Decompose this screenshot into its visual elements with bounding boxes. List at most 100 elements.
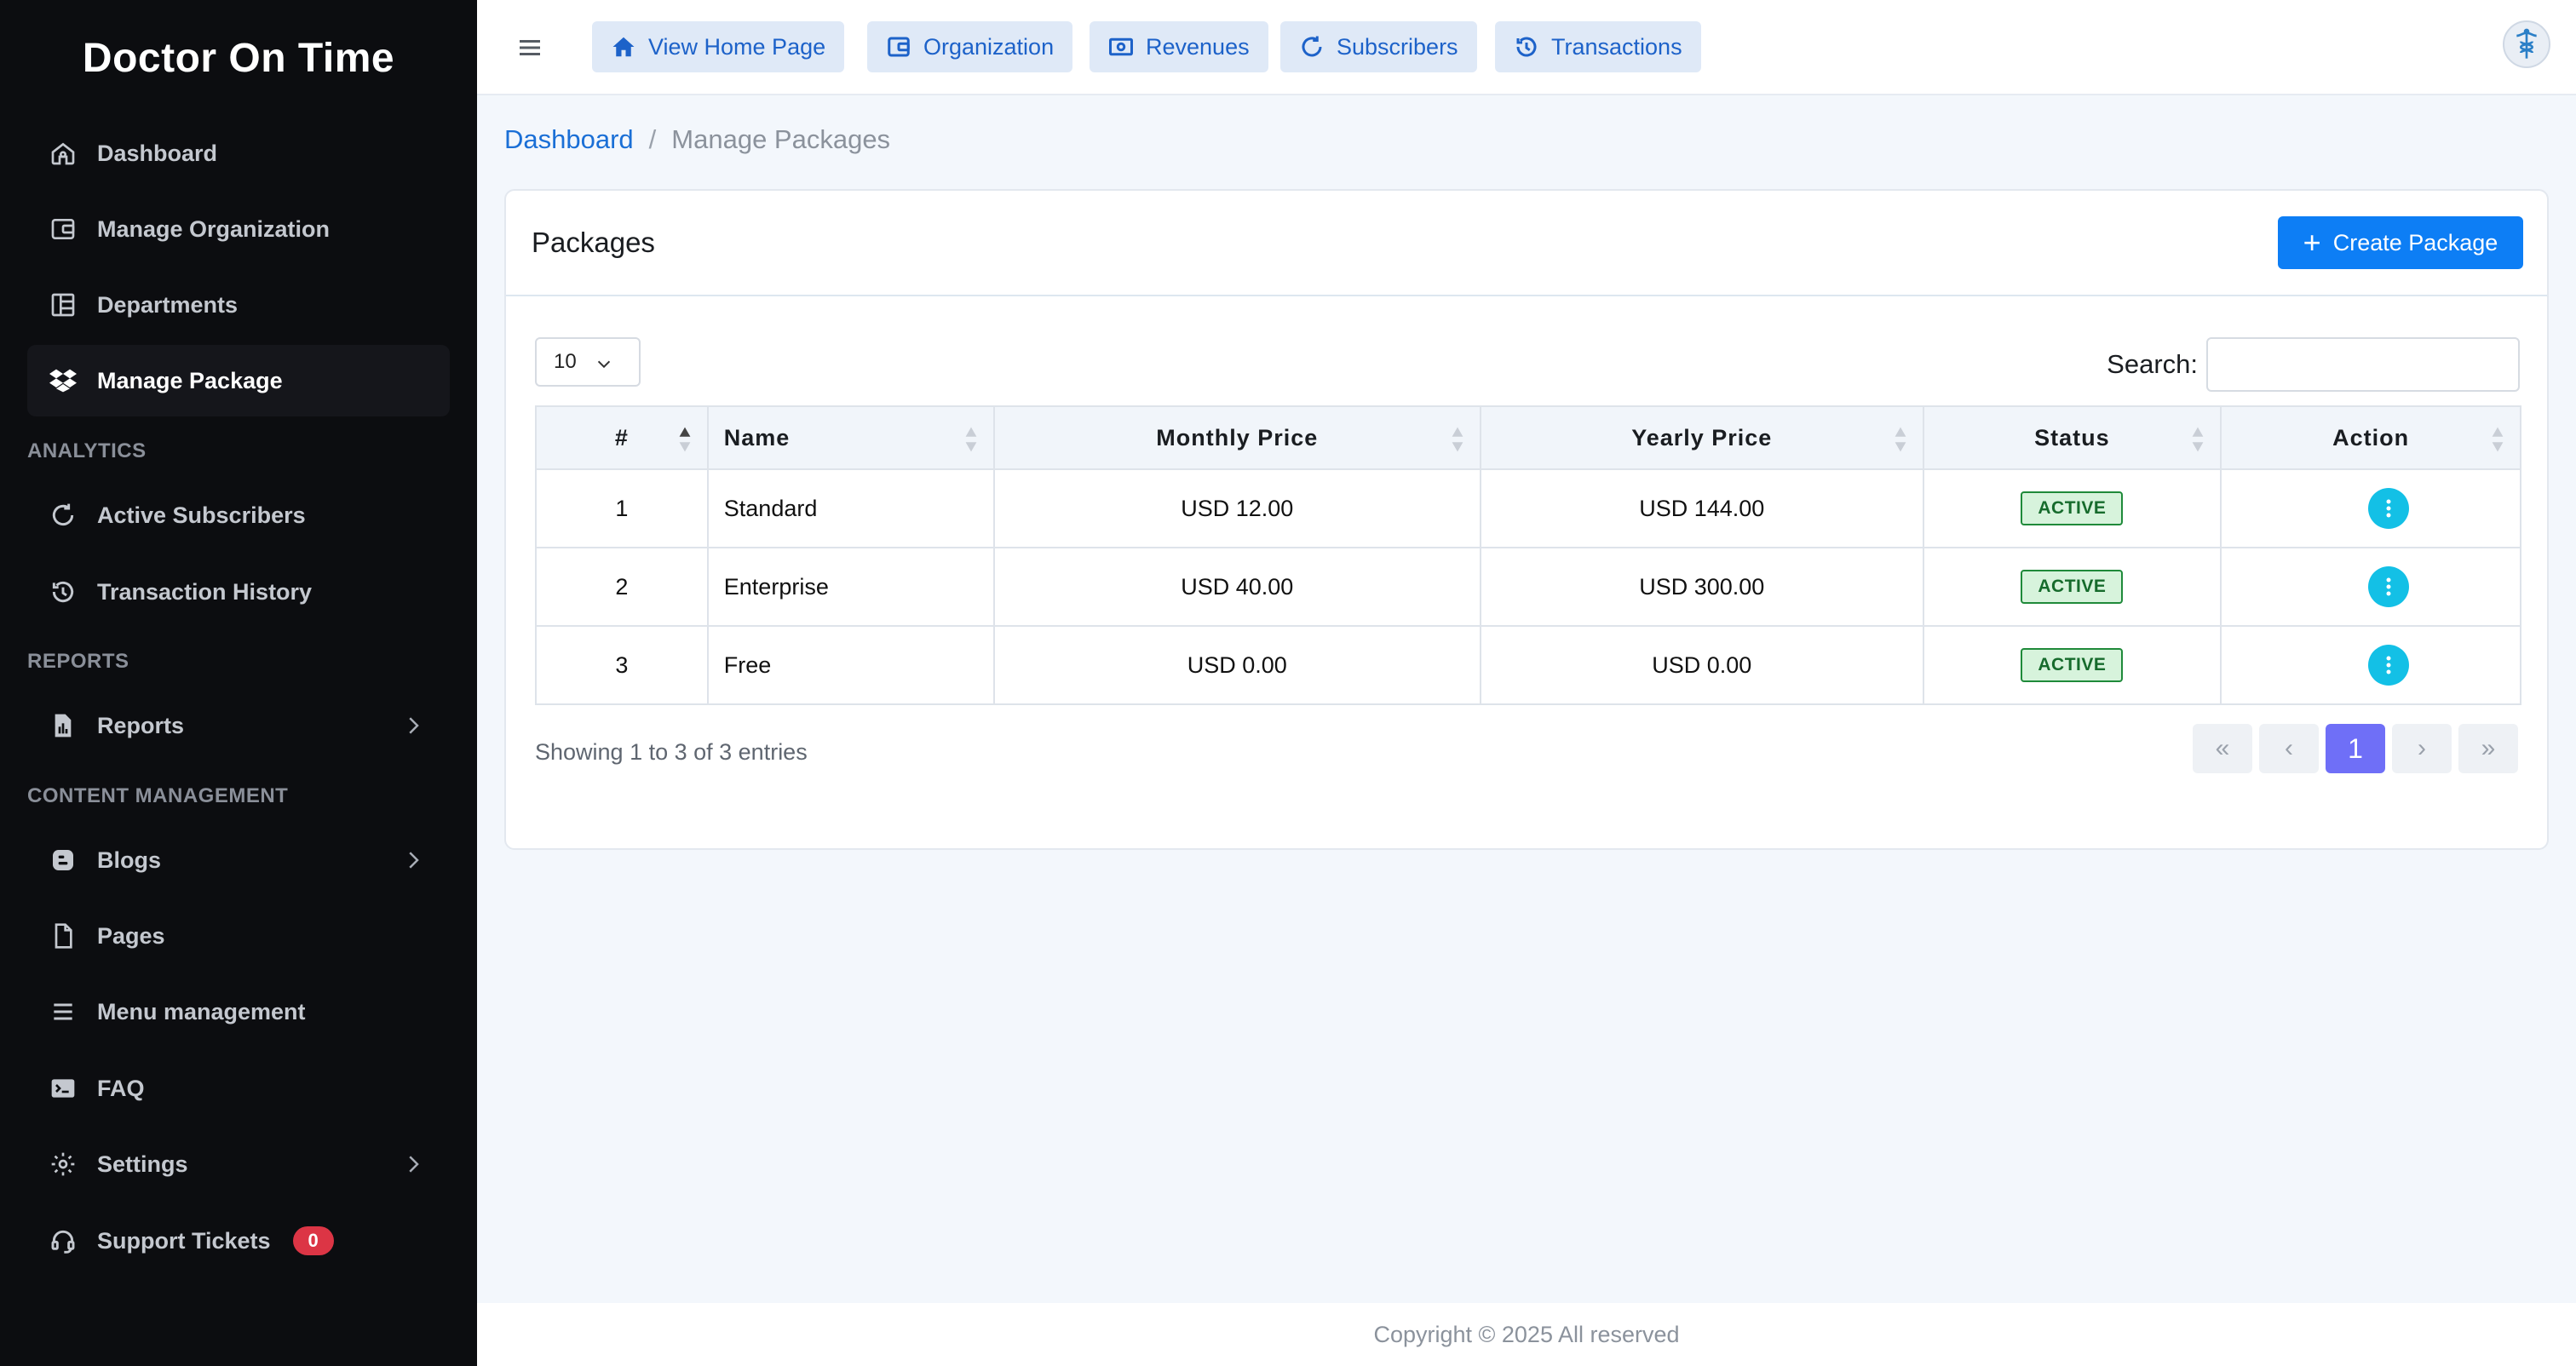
last-page-button[interactable]: » bbox=[2458, 724, 2518, 773]
cell-status: ACTIVE bbox=[1922, 625, 2222, 705]
chevron-right-icon bbox=[409, 852, 419, 869]
hamburger-menu-icon[interactable] bbox=[515, 32, 545, 63]
sidebar-item-active-subscribers[interactable]: Active Subscribers bbox=[27, 479, 450, 551]
column-header-label: Action bbox=[2332, 424, 2410, 451]
column-header-number[interactable]: # bbox=[535, 405, 709, 470]
sidebar-item-settings[interactable]: Settings bbox=[27, 1128, 450, 1200]
table-row: 3 Free USD 0.00 USD 0.00 ACTIVE bbox=[535, 625, 2521, 705]
sidebar-item-label: Transaction History bbox=[97, 578, 313, 605]
subscribers-button[interactable]: Subscribers bbox=[1280, 21, 1477, 72]
sort-icon bbox=[2492, 427, 2504, 452]
layout-icon bbox=[48, 290, 78, 320]
row-action-button[interactable] bbox=[2368, 488, 2410, 529]
sort-icon bbox=[2192, 427, 2204, 452]
organization-button[interactable]: Organization bbox=[867, 21, 1073, 72]
column-header-yearly-price[interactable]: Yearly Price bbox=[1480, 405, 1924, 470]
column-header-label: # bbox=[614, 424, 629, 451]
next-page-button[interactable]: › bbox=[2392, 724, 2452, 773]
sidebar-item-label: Manage Package bbox=[97, 367, 283, 393]
wallet-icon bbox=[48, 214, 78, 244]
sidebar-item-manage-organization[interactable]: Manage Organization bbox=[27, 193, 450, 265]
section-label-reports: REPORTS bbox=[27, 650, 129, 673]
kebab-menu-icon bbox=[2386, 499, 2391, 518]
create-package-button[interactable]: + Create Package bbox=[2278, 216, 2523, 269]
transactions-label: Transactions bbox=[1551, 33, 1682, 60]
column-header-monthly-price[interactable]: Monthly Price bbox=[992, 405, 1482, 470]
sidebar-item-faq[interactable]: FAQ bbox=[27, 1053, 450, 1124]
home-icon bbox=[612, 37, 635, 57]
breadcrumb-dashboard-link[interactable]: Dashboard bbox=[504, 124, 634, 155]
page-length-select[interactable]: 10 bbox=[535, 337, 641, 387]
cell-name: Free bbox=[706, 625, 995, 705]
sidebar-item-label: Pages bbox=[97, 922, 165, 949]
sort-icon bbox=[1895, 427, 1906, 452]
first-page-button[interactable]: « bbox=[2193, 724, 2252, 773]
sidebar-item-transaction-history[interactable]: Transaction History bbox=[27, 556, 450, 628]
view-home-page-button[interactable]: View Home Page bbox=[592, 21, 845, 72]
money-icon bbox=[1109, 37, 1133, 56]
chevron-down-icon bbox=[597, 360, 611, 369]
sidebar-item-manage-package[interactable]: Manage Package bbox=[27, 345, 450, 416]
chevron-right-icon bbox=[409, 1156, 419, 1173]
sort-icon bbox=[965, 427, 976, 452]
sidebar-item-label: FAQ bbox=[97, 1075, 145, 1101]
headset-icon bbox=[48, 1225, 78, 1256]
footer: Copyright © 2025 All reserved bbox=[477, 1303, 2576, 1366]
sidebar-item-label: Support Tickets bbox=[97, 1227, 271, 1254]
pagination: « ‹ 1 › » bbox=[2186, 724, 2518, 773]
kebab-menu-icon bbox=[2386, 656, 2391, 674]
column-header-name[interactable]: Name bbox=[706, 405, 995, 470]
row-action-button[interactable] bbox=[2368, 645, 2410, 686]
cell-name: Enterprise bbox=[706, 547, 995, 627]
plus-icon: + bbox=[2303, 225, 2321, 260]
subscribers-label: Subscribers bbox=[1337, 33, 1458, 60]
page-1-button[interactable]: 1 bbox=[2326, 724, 2385, 773]
revenues-button[interactable]: Revenues bbox=[1090, 21, 1268, 72]
previous-page-button[interactable]: ‹ bbox=[2259, 724, 2319, 773]
avatar[interactable] bbox=[2503, 20, 2550, 68]
brand-title[interactable]: Doctor On Time bbox=[0, 0, 477, 116]
sidebar-item-label: Settings bbox=[97, 1151, 188, 1177]
support-tickets-badge: 0 bbox=[292, 1226, 334, 1255]
transactions-button[interactable]: Transactions bbox=[1495, 21, 1701, 72]
card-header: Packages + Create Package bbox=[506, 191, 2547, 296]
table-row: 2 Enterprise USD 40.00 USD 300.00 ACTIVE bbox=[535, 547, 2521, 627]
sidebar-item-menu-management[interactable]: Menu management bbox=[27, 976, 450, 1047]
status-badge: ACTIVE bbox=[2021, 648, 2124, 682]
packages-table: # Name Monthly Price Yearly Price Status… bbox=[535, 405, 2521, 705]
row-action-button[interactable] bbox=[2368, 566, 2410, 607]
cell-status: ACTIVE bbox=[1922, 468, 2222, 548]
table-header-row: # Name Monthly Price Yearly Price Status… bbox=[535, 405, 2521, 470]
sidebar-item-support-tickets[interactable]: Support Tickets 0 bbox=[27, 1205, 450, 1277]
kebab-menu-icon bbox=[2386, 577, 2391, 596]
cell-action bbox=[2220, 625, 2521, 705]
sidebar-item-dashboard[interactable]: Dashboard bbox=[27, 118, 450, 189]
cell-number: 1 bbox=[535, 468, 709, 548]
section-label-content-management: CONTENT MANAGEMENT bbox=[27, 784, 289, 807]
sidebar-item-pages[interactable]: Pages bbox=[27, 900, 450, 972]
sidebar-item-departments[interactable]: Departments bbox=[27, 269, 450, 341]
refresh-icon bbox=[48, 500, 78, 531]
copyright-text: Copyright © 2025 All reserved bbox=[1373, 1321, 1680, 1347]
breadcrumb: Dashboard / Manage Packages bbox=[504, 124, 890, 155]
create-package-label: Create Package bbox=[2332, 229, 2498, 255]
column-header-action[interactable]: Action bbox=[2220, 405, 2521, 470]
breadcrumb-current: Manage Packages bbox=[671, 124, 891, 154]
blog-icon bbox=[48, 845, 78, 875]
cell-name: Standard bbox=[706, 468, 995, 548]
search-input[interactable] bbox=[2206, 337, 2520, 392]
column-header-status[interactable]: Status bbox=[1922, 405, 2222, 470]
cell-monthly-price: USD 12.00 bbox=[992, 468, 1482, 548]
revenues-label: Revenues bbox=[1146, 33, 1250, 60]
column-header-label: Name bbox=[723, 424, 791, 451]
sidebar-item-blogs[interactable]: Blogs bbox=[27, 824, 450, 896]
section-label-analytics: ANALYTICS bbox=[27, 439, 147, 462]
cell-yearly-price: USD 144.00 bbox=[1480, 468, 1924, 548]
sidebar-item-label: Menu management bbox=[97, 998, 306, 1024]
sidebar-item-label: Manage Organization bbox=[97, 215, 331, 242]
column-header-label: Yearly Price bbox=[1631, 424, 1773, 451]
page-length-value: 10 bbox=[554, 350, 577, 373]
cell-yearly-price: USD 300.00 bbox=[1480, 547, 1924, 627]
sidebar-item-reports[interactable]: Reports bbox=[27, 690, 450, 761]
card-title: Packages bbox=[532, 227, 655, 258]
